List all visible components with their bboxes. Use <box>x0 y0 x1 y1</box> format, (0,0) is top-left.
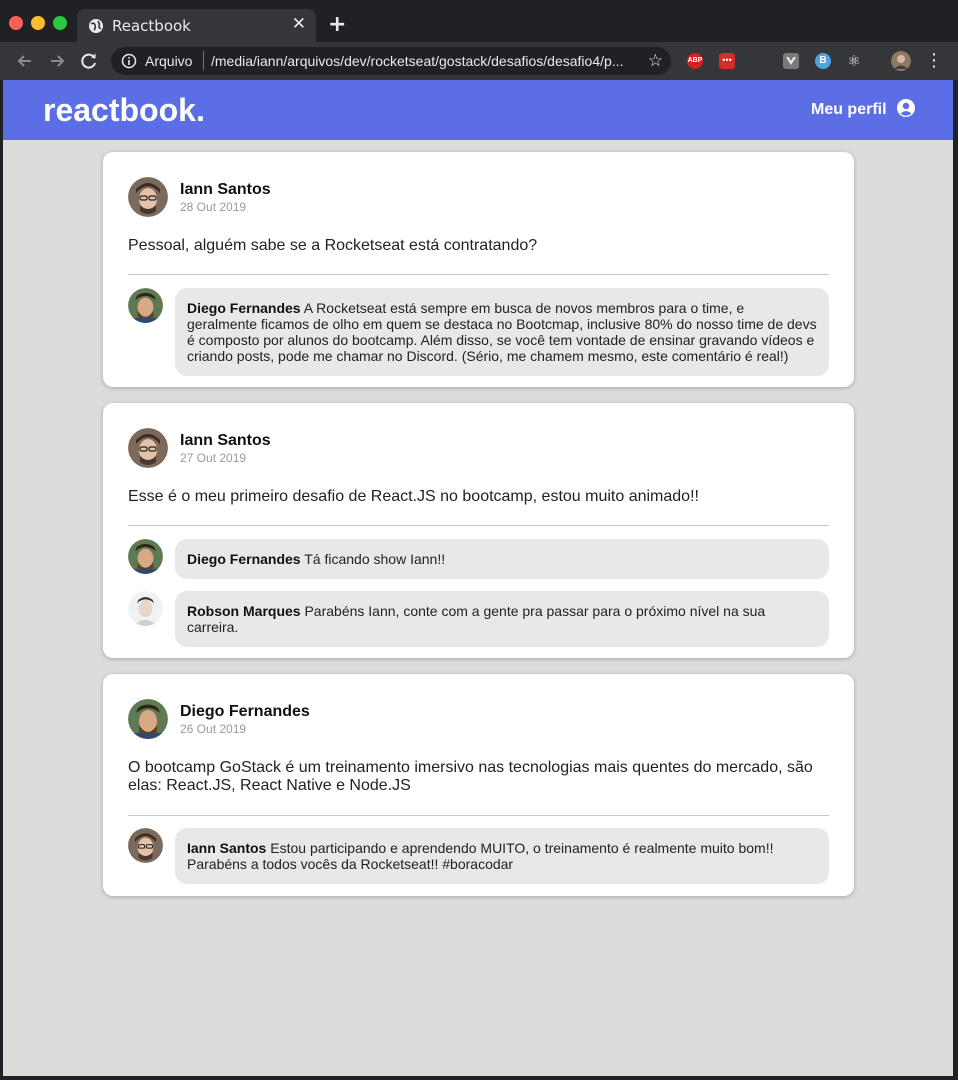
page-viewport: reactbook. Meu perfil Iann Santos 28 Out… <box>3 80 953 1076</box>
avatar-robson[interactable] <box>128 591 163 626</box>
new-tab-icon[interactable]: + <box>328 12 346 37</box>
post-header: Iann Santos 27 Out 2019 <box>128 428 271 468</box>
profile-link-label: Meu perfil <box>810 101 887 118</box>
browser-menu-icon[interactable]: ⋮ <box>925 50 943 72</box>
profile-link[interactable]: Meu perfil <box>811 99 915 119</box>
b-extension-icon[interactable]: B <box>815 53 831 69</box>
close-tab-icon[interactable]: ✕ <box>292 14 306 34</box>
post-date: 26 Out 2019 <box>180 722 247 736</box>
comment-bubble: Diego Fernandes Tá ficando show Iann!! <box>175 539 829 579</box>
post-card: Iann Santos 28 Out 2019 Pessoal, alguém … <box>103 152 854 387</box>
address-bar[interactable]: Arquivo /media/iann/arquivos/dev/rockets… <box>111 47 671 75</box>
tab-title: Reactbook <box>112 17 191 35</box>
post-content: Esse é o meu primeiro desafio de React.J… <box>128 488 699 505</box>
avatar-diego[interactable] <box>128 699 168 739</box>
vue-devtools-icon[interactable] <box>783 53 799 69</box>
lastpass-icon[interactable]: ••• <box>719 53 735 69</box>
user-circle-icon <box>897 99 915 117</box>
post-content: Pessoal, alguém sabe se a Rocketseat est… <box>128 237 538 254</box>
post-author[interactable]: Diego Fernandes <box>180 703 310 721</box>
tab-strip: Reactbook ✕ + <box>0 0 958 42</box>
maximize-window-button[interactable] <box>53 16 67 30</box>
comment-author[interactable]: Iann Santos <box>187 840 266 856</box>
profile-avatar-icon[interactable] <box>891 51 911 71</box>
comment-author[interactable]: Robson Marques <box>187 603 301 619</box>
globe-icon <box>89 19 103 33</box>
comment-author[interactable]: Diego Fernandes <box>187 300 301 316</box>
post-divider <box>128 815 829 816</box>
comment-text: Tá ficando show Iann!! <box>304 551 446 567</box>
post-header: Iann Santos 28 Out 2019 <box>128 177 271 217</box>
post-divider <box>128 274 829 275</box>
avatar-diego[interactable] <box>128 288 163 323</box>
avatar-iann[interactable] <box>128 428 168 468</box>
minimize-window-button[interactable] <box>31 16 45 30</box>
abp-icon[interactable]: ABP <box>687 53 703 69</box>
browser-window: Reactbook ✕ + Arquivo /media/iann/arquiv… <box>0 0 958 1080</box>
react-devtools-icon[interactable]: ⚛ <box>846 53 862 69</box>
reload-icon[interactable] <box>78 50 100 72</box>
comment-bubble: Diego Fernandes A Rocketseat está sempre… <box>175 288 829 376</box>
post-date: 28 Out 2019 <box>180 200 247 214</box>
post-content: O bootcamp GoStack é um treinamento imer… <box>128 759 813 794</box>
avatar-iann[interactable] <box>128 828 163 863</box>
avatar-diego[interactable] <box>128 539 163 574</box>
post-divider <box>128 525 829 526</box>
comment-bubble: Iann Santos Estou participando e aprende… <box>175 828 829 884</box>
avatar-iann[interactable] <box>128 177 168 217</box>
post-header: Diego Fernandes 26 Out 2019 <box>128 699 310 739</box>
post-card: Diego Fernandes 26 Out 2019 O bootcamp G… <box>103 674 854 896</box>
app-header: reactbook. Meu perfil <box>3 80 953 140</box>
address-scheme-label: Arquivo <box>145 53 193 69</box>
comment-text: Estou participando e aprendendo MUITO, o… <box>187 840 774 872</box>
info-icon[interactable] <box>121 53 137 69</box>
app-logo[interactable]: reactbook. <box>43 92 205 129</box>
comment-bubble: Robson Marques Parabéns Iann, conte com … <box>175 591 829 647</box>
post-author[interactable]: Iann Santos <box>180 181 271 199</box>
comment-author[interactable]: Diego Fernandes <box>187 551 301 567</box>
browser-toolbar: Arquivo /media/iann/arquivos/dev/rockets… <box>0 42 958 80</box>
post-author[interactable]: Iann Santos <box>180 432 271 450</box>
star-icon[interactable]: ☆ <box>648 51 663 71</box>
address-separator <box>203 51 204 70</box>
address-url[interactable]: /media/iann/arquivos/dev/rocketseat/gost… <box>211 53 631 69</box>
post-card: Iann Santos 27 Out 2019 Esse é o meu pri… <box>103 403 854 658</box>
browser-tab[interactable]: Reactbook ✕ <box>77 9 316 42</box>
forward-arrow-icon[interactable] <box>46 50 68 72</box>
post-date: 27 Out 2019 <box>180 451 247 465</box>
back-arrow-icon[interactable] <box>14 50 36 72</box>
close-window-button[interactable] <box>9 16 23 30</box>
